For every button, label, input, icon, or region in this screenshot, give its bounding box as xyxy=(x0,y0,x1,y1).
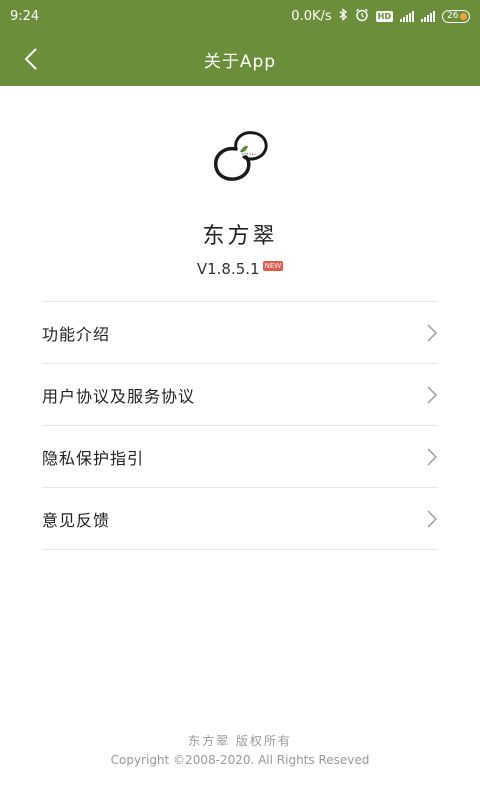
menu-item-label: 意见反馈 xyxy=(42,510,111,530)
chevron-right-icon xyxy=(427,448,437,465)
menu-item-features[interactable]: 功能介绍 xyxy=(42,302,438,364)
status-time: 9:24 xyxy=(10,8,40,24)
chevron-right-icon xyxy=(427,386,437,403)
footer: 东方翠 版权所有 Copyright ©2008-2020. All Right… xyxy=(0,732,480,767)
alarm-icon xyxy=(355,8,369,25)
back-button[interactable] xyxy=(16,44,46,74)
battery-dot xyxy=(460,12,467,20)
version-row: V1.8.5.1 NEW xyxy=(0,260,480,278)
bluetooth-icon xyxy=(339,8,348,24)
page-title: 关于App xyxy=(203,51,277,72)
menu-item-user-agreement[interactable]: 用户协议及服务协议 xyxy=(42,364,438,426)
hd-icon: HD xyxy=(375,10,393,22)
footer-owner: 东方翠 版权所有 xyxy=(188,734,292,748)
status-icons: 0.0K/s HD 26 xyxy=(291,8,470,25)
menu-item-privacy[interactable]: 隐私保护指引 xyxy=(42,426,438,488)
chevron-left-icon xyxy=(24,48,37,70)
app-name: 东方翠 xyxy=(202,224,278,249)
app-version: V1.8.5.1 xyxy=(196,260,260,278)
menu-item-label: 隐私保护指引 xyxy=(42,448,145,468)
brand-logo-icon xyxy=(206,127,274,189)
status-bar: 9:24 0.0K/s HD 26 xyxy=(0,0,480,32)
title-bar: 关于App xyxy=(0,32,480,86)
footer-copyright: Copyright ©2008-2020. All Rights Reseved xyxy=(110,753,370,767)
4g-signal-icon xyxy=(400,10,414,22)
new-badge: NEW xyxy=(262,261,284,271)
menu-item-feedback[interactable]: 意见反馈 xyxy=(42,488,438,550)
menu-item-label: 用户协议及服务协议 xyxy=(42,386,196,406)
chevron-right-icon xyxy=(427,324,437,341)
menu-item-label: 功能介绍 xyxy=(42,324,111,344)
battery-icon: 26 xyxy=(442,9,470,23)
chevron-right-icon xyxy=(427,510,437,527)
net-speed: 0.0K/s xyxy=(291,8,332,24)
signal-icon xyxy=(421,10,435,22)
battery-level: 26 xyxy=(447,11,459,21)
about-menu: 功能介绍 用户协议及服务协议 隐私保护指引 意见反馈 xyxy=(42,301,438,550)
